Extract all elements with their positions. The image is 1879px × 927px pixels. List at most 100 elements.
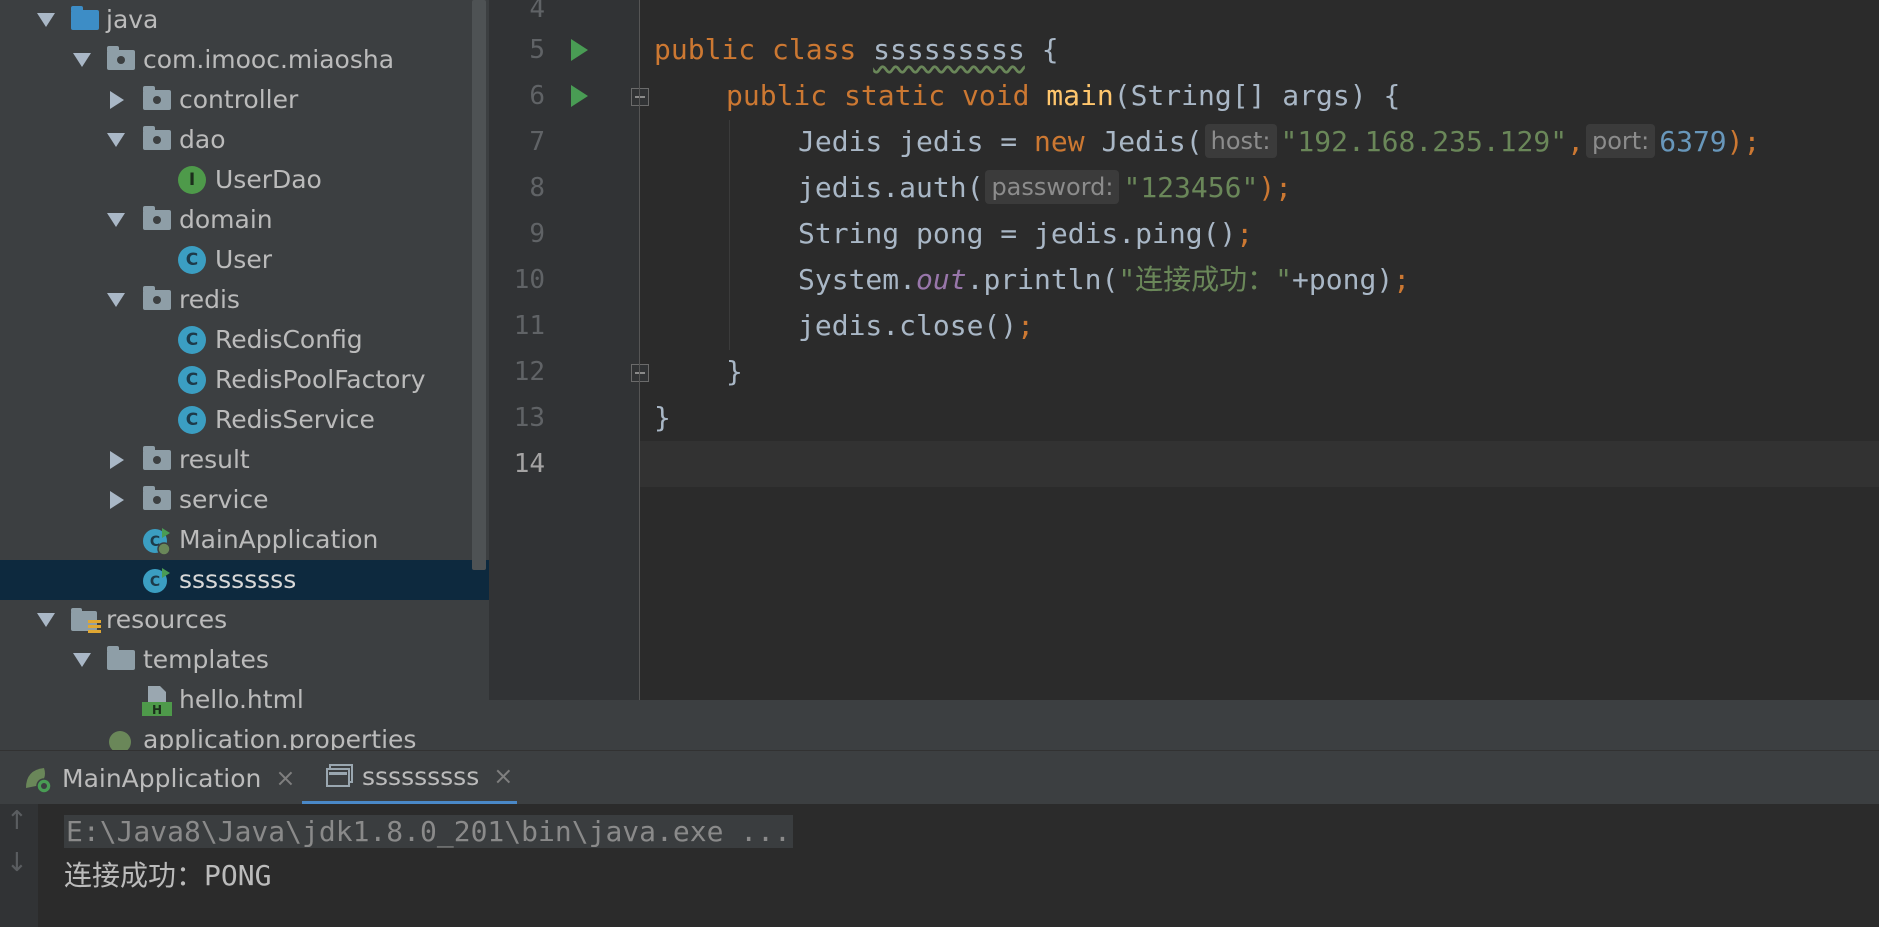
gutter-separator — [639, 0, 640, 700]
editor-gutter: 4 5 6 7 8 9 10 11 12 13 14 — [489, 0, 649, 700]
expand-arrow-icon[interactable] — [107, 293, 125, 307]
run-gutter-icon[interactable] — [571, 85, 588, 107]
svg-text:C: C — [150, 574, 160, 590]
class-icon: C — [178, 366, 206, 394]
parameter-hint-port: port: — [1585, 124, 1656, 158]
run-gutter-icon[interactable] — [571, 39, 588, 61]
tree-item-resources[interactable]: resources — [0, 600, 489, 640]
tree-item-label: controller — [179, 85, 299, 114]
tree-item-java[interactable]: java — [0, 0, 489, 40]
tree-item-label: service — [179, 485, 269, 514]
tree-item-label: User — [215, 245, 272, 274]
tree-item-result[interactable]: result — [0, 440, 489, 480]
line-number: 5 — [529, 35, 545, 65]
code-line-8: jedis.auth(password: "123456"); — [798, 170, 1293, 204]
line-number: 9 — [529, 219, 545, 249]
html-file-icon: H — [142, 684, 172, 717]
tree-item-label: sssssssss — [179, 565, 297, 594]
tree-item-service[interactable]: service — [0, 480, 489, 520]
tree-item-label: redis — [179, 285, 240, 314]
tree-item-domain[interactable]: domain — [0, 200, 489, 240]
parameter-hint-password: password: — [985, 170, 1120, 204]
close-tab-icon[interactable]: × — [493, 762, 513, 790]
tree-item-application-properties[interactable]: application.properties — [0, 720, 489, 750]
package-icon — [107, 46, 135, 70]
collapse-arrow-icon[interactable] — [110, 491, 124, 509]
tree-item-label: application.properties — [143, 725, 417, 750]
tree-item-mainapplication[interactable]: C MainApplication — [0, 520, 489, 560]
tree-item-controller[interactable]: controller — [0, 80, 489, 120]
indent-guide — [729, 120, 730, 350]
tree-item-redisservice[interactable]: C RedisService — [0, 400, 489, 440]
code-editor[interactable]: 4 5 6 7 8 9 10 11 12 13 14 public class … — [489, 0, 1879, 700]
package-icon — [143, 86, 171, 110]
tree-item-hello-html[interactable]: H hello.html — [0, 680, 489, 720]
console-output-line: 连接成功：PONG — [64, 859, 272, 892]
run-tab-mainapplication[interactable]: MainApplication × — [22, 751, 295, 805]
current-line-highlight — [640, 441, 1879, 487]
run-tab-label: sssssssss — [362, 761, 480, 791]
expand-arrow-icon[interactable] — [73, 653, 91, 667]
tree-item-redispoolfactory[interactable]: C RedisPoolFactory — [0, 360, 489, 400]
tree-scrollbar[interactable] — [472, 0, 486, 570]
fold-icon[interactable] — [631, 364, 649, 382]
tree-item-userdao[interactable]: I UserDao — [0, 160, 489, 200]
spring-boot-class-icon: C — [142, 526, 171, 556]
expand-arrow-icon[interactable] — [107, 213, 125, 227]
class-icon: C — [178, 406, 206, 434]
fold-icon[interactable] — [631, 88, 649, 106]
project-tree: java com.imooc.miaosha controller dao I … — [0, 0, 489, 750]
tree-item-label: RedisService — [215, 405, 375, 434]
tree-item-label: hello.html — [179, 685, 304, 714]
close-tab-icon[interactable]: × — [275, 764, 295, 792]
down-arrow-icon[interactable]: ↓ — [6, 848, 28, 878]
parameter-hint-host: host: — [1204, 124, 1277, 158]
line-number: 7 — [529, 127, 545, 157]
line-number: 13 — [513, 403, 545, 433]
package-icon — [143, 446, 171, 470]
expand-arrow-icon[interactable] — [37, 613, 55, 627]
tree-item-redis[interactable]: redis — [0, 280, 489, 320]
tree-item-label: java — [106, 5, 159, 34]
code-line-13: } — [654, 401, 671, 434]
console-icon — [326, 764, 354, 788]
tree-item-package-root[interactable]: com.imooc.miaosha — [0, 40, 489, 80]
spring-boot-run-icon — [22, 762, 54, 794]
editor-bottom-strip — [489, 700, 1879, 750]
tree-item-label: dao — [179, 125, 226, 154]
tree-item-redisconfig[interactable]: C RedisConfig — [0, 320, 489, 360]
tree-item-label: com.imooc.miaosha — [143, 45, 395, 74]
line-number: 12 — [513, 357, 545, 387]
tree-item-sssssssss[interactable]: C sssssssss — [0, 560, 489, 600]
tree-item-label: domain — [179, 205, 273, 234]
expand-arrow-icon[interactable] — [37, 13, 55, 27]
code-line-10: System.out.println("连接成功："+pong); — [798, 263, 1411, 296]
line-number: 8 — [529, 173, 545, 203]
console-output[interactable]: ↑ ↓ E:\Java8\Java\jdk1.8.0_201\bin\java.… — [0, 804, 1879, 927]
tree-item-user[interactable]: C User — [0, 240, 489, 280]
tree-item-dao[interactable]: dao — [0, 120, 489, 160]
expand-arrow-icon[interactable] — [107, 133, 125, 147]
tree-item-templates[interactable]: templates — [0, 640, 489, 680]
source-folder-icon — [71, 6, 99, 30]
runnable-class-icon: C — [142, 566, 170, 594]
tree-item-label: MainApplication — [179, 525, 379, 554]
run-tabs-bar: MainApplication × sssssssss × — [0, 750, 1879, 805]
tree-item-label: RedisConfig — [215, 325, 363, 354]
line-number: 6 — [529, 81, 545, 111]
expand-arrow-icon[interactable] — [73, 53, 91, 67]
run-tab-sssssssss[interactable]: sssssssss × — [302, 751, 517, 805]
tree-item-label: RedisPoolFactory — [215, 365, 426, 394]
collapse-arrow-icon[interactable] — [110, 451, 124, 469]
class-icon: C — [178, 246, 206, 274]
package-icon — [143, 126, 171, 150]
up-arrow-icon[interactable]: ↑ — [6, 806, 28, 836]
code-line-7: Jedis jedis = new Jedis(host: "192.168.23… — [798, 124, 1761, 158]
tree-item-label: templates — [143, 645, 269, 674]
class-icon: C — [178, 326, 206, 354]
interface-icon: I — [178, 166, 206, 194]
collapse-arrow-icon[interactable] — [110, 91, 124, 109]
package-icon — [143, 486, 171, 510]
console-toolbar: ↑ ↓ — [0, 804, 38, 927]
code-line-12: } — [726, 355, 743, 388]
